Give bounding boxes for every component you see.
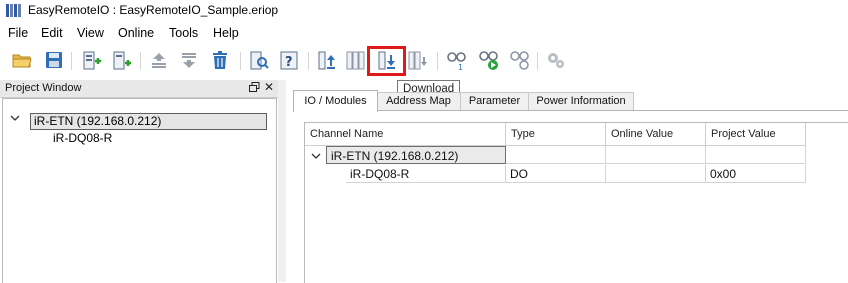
menu-view[interactable]: View [75, 25, 106, 41]
column-header-online-value[interactable]: Online Value [606, 123, 706, 146]
search-device-icon[interactable] [248, 49, 272, 73]
chevron-down-icon[interactable] [9, 111, 21, 121]
project-window-header: Project Window ✕ [0, 80, 278, 98]
close-icon[interactable]: ✕ [264, 80, 274, 95]
move-down-icon[interactable] [178, 49, 202, 73]
window-title: EasyRemoteIO : EasyRemoteIO_Sample.eriop [28, 3, 279, 17]
tree-node-ir-etn[interactable]: iR-ETN (192.168.0.212) [30, 113, 267, 130]
delete-icon[interactable] [209, 49, 233, 73]
tab-address-map[interactable]: Address Map [376, 92, 461, 111]
menu-help[interactable]: Help [211, 25, 241, 41]
chevron-down-icon[interactable] [310, 149, 322, 159]
tab-parameter[interactable]: Parameter [460, 92, 529, 111]
grid-row-ir-dq08-r-online[interactable] [606, 165, 706, 183]
grid-row-ir-dq08-r-type[interactable]: DO [506, 165, 606, 183]
column-header-channel-name[interactable]: Channel Name [305, 123, 506, 146]
svg-text:?: ? [285, 55, 293, 70]
float-window-icon[interactable] [249, 82, 260, 93]
tab-io-modules[interactable]: IO / Modules [293, 90, 378, 112]
upload-all-icon[interactable] [345, 49, 369, 73]
column-header-project-value[interactable]: Project Value [706, 123, 806, 146]
tree-node-ir-dq08-r[interactable]: iR-DQ08-R [53, 131, 112, 145]
project-window-title: Project Window [5, 82, 82, 94]
add-module-icon[interactable] [80, 49, 104, 73]
tab-power-information[interactable]: Power Information [528, 92, 634, 111]
menu-online[interactable]: Online [116, 25, 156, 41]
monitor-start-icon[interactable] [478, 49, 502, 73]
settings-icon[interactable] [545, 49, 569, 73]
download-highlight-box [367, 46, 406, 76]
grid-row-ir-etn-type[interactable] [506, 146, 606, 164]
menu-file[interactable]: File [6, 25, 30, 41]
column-header-type[interactable]: Type [506, 123, 606, 146]
move-up-icon[interactable] [148, 49, 172, 73]
save-icon[interactable] [43, 49, 67, 73]
grid-row-ir-dq08-r-project[interactable]: 0x00 [706, 165, 806, 183]
svg-text:1: 1 [458, 63, 463, 71]
help-device-icon[interactable]: ? [278, 49, 302, 73]
toolbar: ? 1 [0, 44, 848, 76]
title-bar: EasyRemoteIO : EasyRemoteIO_Sample.eriop [0, 0, 848, 22]
grid-row-ir-etn-project[interactable] [706, 146, 806, 164]
download-all-icon[interactable] [407, 49, 431, 73]
grid-row-ir-etn-name[interactable]: iR-ETN (192.168.0.212) [326, 146, 506, 164]
pane-splitter[interactable] [278, 80, 286, 282]
add-module-alt-icon[interactable] [110, 49, 134, 73]
upload-icon[interactable] [316, 49, 340, 73]
menu-tools[interactable]: Tools [167, 25, 200, 41]
connect-icon[interactable]: 1 [446, 49, 470, 73]
open-folder-icon[interactable] [11, 49, 35, 73]
grid-row-ir-dq08-r-name[interactable]: iR-DQ08-R [346, 165, 506, 183]
app-icon [6, 4, 22, 17]
disconnect-icon[interactable] [509, 49, 533, 73]
tree-node-label: iR-ETN (192.168.0.212) [34, 114, 162, 128]
menu-edit[interactable]: Edit [39, 25, 65, 41]
grid-row-ir-etn-online[interactable] [606, 146, 706, 164]
